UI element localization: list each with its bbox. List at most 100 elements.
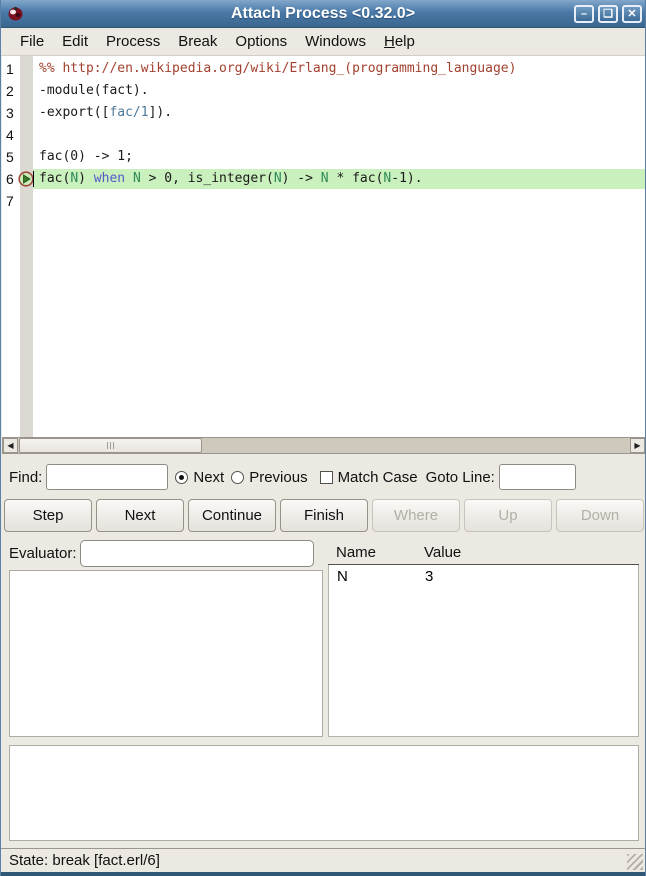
breakpoint-gutter[interactable] (20, 102, 33, 124)
next-radio[interactable] (175, 471, 188, 484)
code-line-5[interactable]: 5 fac(0) -> 1; (2, 146, 646, 168)
breakpoint-marker-icon[interactable] (18, 171, 34, 187)
code-segment-var: N (70, 171, 78, 186)
code-text (33, 125, 646, 145)
code-line-7[interactable]: 7 (2, 190, 646, 212)
attach-process-window: Attach Process <0.32.0> – ❏ ✕ FileEditPr… (0, 0, 646, 876)
bindings-header: Name Value (328, 540, 639, 565)
menu-help[interactable]: Help (375, 30, 424, 53)
up-button: Up (464, 499, 552, 532)
binding-value: 3 (425, 568, 433, 585)
code-segment-plain: ]). (149, 105, 172, 120)
line-number: 7 (2, 193, 20, 209)
binding-name: N (329, 568, 425, 585)
code-text: -export([fac/1]). (33, 103, 646, 123)
line-number: 3 (2, 105, 20, 121)
evaluator-output-pane[interactable] (9, 570, 323, 737)
breakpoint-gutter[interactable] (20, 124, 33, 146)
trace-pane[interactable] (9, 745, 639, 841)
code-segment-plain: ) -> (282, 171, 321, 186)
finish-button[interactable]: Finish (280, 499, 368, 532)
menu-break[interactable]: Break (169, 30, 226, 53)
code-line-1[interactable]: 1 %% http://en.wikipedia.org/wiki/Erlang_… (2, 58, 646, 80)
scroll-right-icon[interactable]: ▶ (630, 438, 645, 453)
breakpoint-gutter[interactable] (20, 190, 33, 212)
menu-bar: FileEditProcessBreakOptionsWindowsHelp (1, 28, 645, 56)
evaluator-row: Evaluator: (1, 538, 327, 568)
window-title: Attach Process <0.32.0> (1, 5, 645, 23)
evaluator-input[interactable] (80, 540, 314, 567)
menu-windows[interactable]: Windows (296, 30, 375, 53)
line-number: 2 (2, 83, 20, 99)
status-bar: State: break [fact.erl/6] (1, 848, 645, 872)
breakpoint-gutter[interactable] (20, 168, 33, 190)
code-segment-plain: fac( (39, 171, 70, 186)
close-button[interactable]: ✕ (622, 5, 642, 23)
code-segment-keyword: when (94, 171, 133, 186)
match-case-label[interactable]: Match Case (338, 469, 418, 486)
find-label: Find: (9, 469, 42, 486)
minimize-button[interactable]: – (574, 5, 594, 23)
code-segment-link: fac/1 (109, 105, 148, 120)
binding-row[interactable]: N3 (329, 565, 638, 587)
thumb-grip (113, 442, 114, 449)
find-input[interactable] (46, 464, 168, 490)
code-segment-plain: -1). (391, 171, 422, 186)
continue-button[interactable]: Continue (188, 499, 276, 532)
goto-line-label: Goto Line: (426, 469, 495, 486)
code-segment-plain: fac(0) -> 1; (39, 149, 133, 164)
step-button[interactable]: Step (4, 499, 92, 532)
status-text: State: break [fact.erl/6] (9, 852, 160, 869)
bindings-pane: Name Value N3 (328, 540, 639, 737)
thumb-grip (110, 442, 111, 449)
code-segment-comment: %% http://en.wikipedia.org/wiki/Erlang_(… (39, 61, 516, 76)
line-number: 1 (2, 61, 20, 77)
down-button: Down (556, 499, 644, 532)
breakpoint-gutter[interactable] (20, 58, 33, 80)
code-line-3[interactable]: 3 -export([fac/1]). (2, 102, 646, 124)
breakpoint-gutter[interactable] (20, 80, 33, 102)
breakpoint-gutter[interactable] (20, 146, 33, 168)
code-text: fac(0) -> 1; (33, 147, 646, 167)
code-segment-var: N (321, 171, 329, 186)
previous-radio[interactable] (231, 471, 244, 484)
code-segment-var: N (274, 171, 282, 186)
line-number: 4 (2, 127, 20, 143)
thumb-grip (107, 442, 108, 449)
horizontal-scrollbar[interactable]: ◀ ▶ (2, 437, 646, 454)
code-text: %% http://en.wikipedia.org/wiki/Erlang_(… (33, 59, 646, 79)
search-row: Find: Next Previous Match Case Goto Line… (1, 458, 645, 496)
line-number: 5 (2, 149, 20, 165)
code-segment-var: N (133, 171, 141, 186)
code-line-6[interactable]: 6fac(N) when N > 0, is_integer(N) -> N *… (2, 168, 646, 190)
debug-toolbar: StepNextContinueFinishWhereUpDown (4, 499, 644, 532)
where-button: Where (372, 499, 460, 532)
code-segment-plain: > 0, is_integer( (141, 171, 274, 186)
bindings-body[interactable]: N3 (328, 565, 639, 737)
value-column-header[interactable]: Value (424, 544, 461, 561)
code-view[interactable]: 1 %% http://en.wikipedia.org/wiki/Erlang_… (2, 56, 646, 437)
resize-grip-icon[interactable] (627, 854, 643, 870)
maximize-button[interactable]: ❏ (598, 5, 618, 23)
menu-process[interactable]: Process (97, 30, 169, 53)
code-segment-plain: -export([ (39, 105, 109, 120)
title-bar[interactable]: Attach Process <0.32.0> – ❏ ✕ (1, 0, 645, 28)
code-segment-plain: ) (78, 171, 94, 186)
next-radio-label[interactable]: Next (193, 469, 224, 486)
menu-options[interactable]: Options (226, 30, 296, 53)
goto-line-input[interactable] (499, 464, 576, 490)
code-line-2[interactable]: 2-module(fact). (2, 80, 646, 102)
code-segment-plain: * fac( (329, 171, 384, 186)
code-lines: 1 %% http://en.wikipedia.org/wiki/Erlang_… (2, 56, 646, 212)
menu-edit[interactable]: Edit (53, 30, 97, 53)
name-column-header[interactable]: Name (328, 544, 424, 561)
next-button[interactable]: Next (96, 499, 184, 532)
menu-file[interactable]: File (11, 30, 53, 53)
window-bottom-edge (1, 872, 645, 876)
previous-radio-label[interactable]: Previous (249, 469, 307, 486)
scroll-left-icon[interactable]: ◀ (3, 438, 18, 453)
code-text: fac(N) when N > 0, is_integer(N) -> N * … (33, 169, 646, 189)
match-case-checkbox[interactable] (320, 471, 333, 484)
scrollbar-thumb[interactable] (19, 438, 202, 453)
code-line-4[interactable]: 4 (2, 124, 646, 146)
